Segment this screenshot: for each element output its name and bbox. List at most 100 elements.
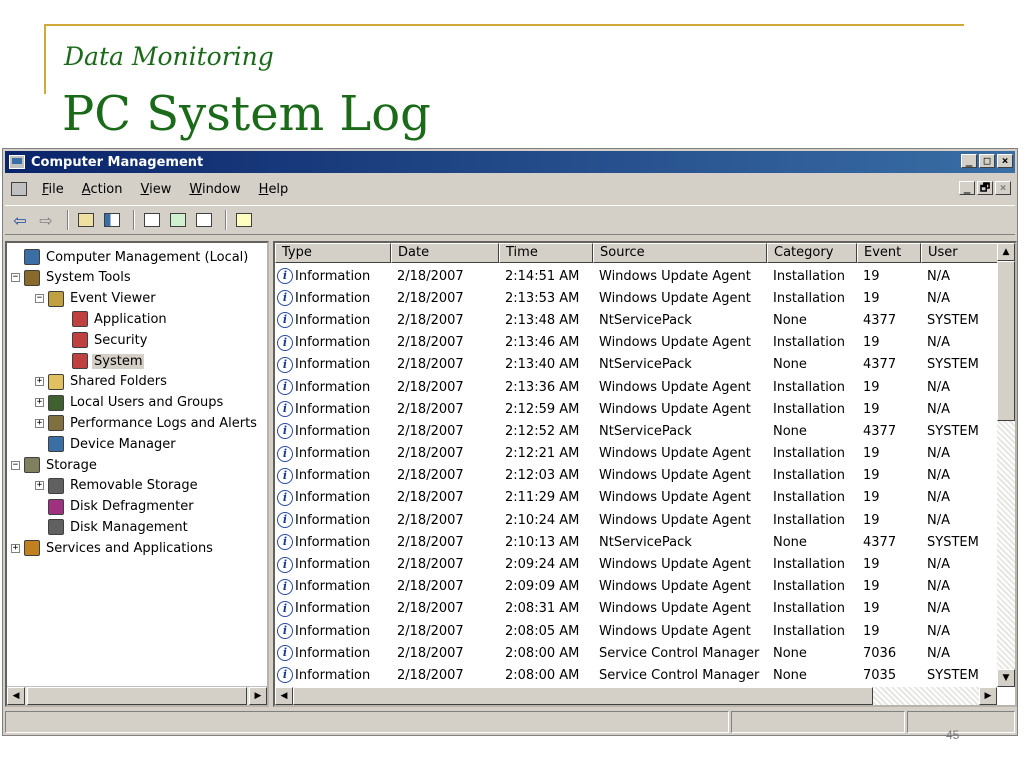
menu-file[interactable]: File [33,182,73,197]
export-list-button[interactable] [193,210,215,230]
cell-category: Installation [773,601,846,617]
table-row[interactable]: i Information 2/18/2007 2:12:03 AM Windows U… [275,465,999,487]
table-row[interactable]: i Information 2/18/2007 2:13:53 AM Windows U… [275,287,999,309]
column-header-type[interactable]: Type [275,243,391,263]
table-row[interactable]: i Information 2/18/2007 2:13:40 AM NtService… [275,354,999,376]
table-row[interactable]: i Information 2/18/2007 2:08:05 AM Windows U… [275,620,999,642]
window-titlebar[interactable]: Computer Management _ □ × [5,151,1015,173]
tree-item-system[interactable]: System [59,351,145,371]
list-horizontal-scrollbar[interactable]: ◀ ▶ [275,687,997,705]
cell-type-label: Information [295,645,371,661]
mdi-close-button[interactable]: × [995,181,1011,195]
column-header-user[interactable]: User [921,243,999,263]
table-row[interactable]: i Information 2/18/2007 2:10:13 AM NtService… [275,531,999,553]
tree-item-security[interactable]: Security [59,330,149,350]
back-button[interactable]: ⇦ [9,210,31,230]
table-row[interactable]: i Information 2/18/2007 2:09:24 AM Windows U… [275,553,999,575]
column-header-time[interactable]: Time [499,243,593,263]
cell-type: i Information [275,268,391,285]
event-viewer-icon [48,290,64,307]
menu-bar: File Action View Window Help _ 🗗 × [5,177,1015,201]
table-row[interactable]: i Information 2/18/2007 2:12:59 AM Windows U… [275,398,999,420]
cell-user: N/A [927,335,950,351]
cell-time: 2:08:05 AM [505,623,580,639]
maximize-button[interactable]: □ [979,154,995,168]
cell-time: 2:14:51 AM [505,268,580,284]
expand-icon[interactable]: + [11,543,20,553]
mdi-minimize-button[interactable]: _ [959,181,975,195]
help-button[interactable] [233,210,255,230]
scroll-thumb[interactable] [293,687,873,705]
scroll-left-button[interactable]: ◀ [275,687,293,705]
table-row[interactable]: i Information 2/18/2007 2:09:09 AM Windows U… [275,576,999,598]
cell-source: Service Control Manager [599,645,760,661]
tree-item-system-tools[interactable]: − System Tools [11,268,133,288]
tree-item-performance-logs-and-alerts[interactable]: + Performance Logs and Alerts [35,413,259,433]
cell-type-label: Information [295,490,371,506]
tree-horizontal-scrollbar[interactable]: ◀ ▶ [7,686,267,705]
menu-view[interactable]: View [132,182,181,197]
tree-item-disk-management[interactable]: Disk Management [35,517,190,537]
refresh-button[interactable] [167,210,189,230]
scroll-thumb[interactable] [27,687,247,705]
column-header-category[interactable]: Category [767,243,857,263]
tree-item-application[interactable]: Application [59,309,169,329]
tree-item-device-manager[interactable]: Device Manager [35,434,178,454]
menu-help[interactable]: Help [250,182,298,197]
show-hide-tree-button[interactable] [101,210,123,230]
column-header-event[interactable]: Event [857,243,921,263]
tree-item-disk-defragmenter[interactable]: Disk Defragmenter [35,497,196,517]
system-menu-icon[interactable] [11,182,27,196]
table-row[interactable]: i Information 2/18/2007 2:08:00 AM Service C… [275,642,999,664]
collapse-icon[interactable]: − [35,294,44,304]
table-row[interactable]: i Information 2/18/2007 2:12:52 AM NtService… [275,420,999,442]
cell-category: Installation [773,512,846,528]
device-manager-icon [48,436,64,453]
event-list[interactable]: Type Date Time Source Category Event User i Inf… [273,241,1017,707]
column-header-source[interactable]: Source [593,243,767,263]
forward-button[interactable]: ⇨ [35,210,57,230]
list-vertical-scrollbar[interactable]: ▲ ▼ [997,243,1015,687]
expand-icon[interactable]: + [35,481,44,491]
column-header-date[interactable]: Date [391,243,499,263]
cell-type: i Information [275,623,391,640]
tree-item-removable-storage[interactable]: + Removable Storage [35,476,200,496]
table-row[interactable]: i Information 2/18/2007 2:10:24 AM Windows U… [275,509,999,531]
scroll-right-button[interactable]: ▶ [979,687,997,705]
table-row[interactable]: i Information 2/18/2007 2:14:51 AM Windows U… [275,265,999,287]
tree-item-local-users-and-groups[interactable]: + Local Users and Groups [35,393,225,413]
expand-icon[interactable]: + [35,418,44,428]
scroll-down-button[interactable]: ▼ [997,669,1015,687]
properties-button[interactable] [141,210,163,230]
tree-item-services-and-applications[interactable]: + Services and Applications [11,538,215,558]
tree-item-event-viewer[interactable]: − Event Viewer [35,289,158,309]
cell-event: 19 [863,601,880,617]
scroll-right-button[interactable]: ▶ [249,687,267,705]
collapse-icon[interactable]: − [11,460,20,470]
expand-icon[interactable]: + [35,377,44,387]
expand-icon[interactable]: + [35,398,44,408]
tree-item-shared-folders[interactable]: + Shared Folders [35,372,169,392]
close-button[interactable]: × [997,154,1013,168]
minimize-button[interactable]: _ [961,154,977,168]
table-row[interactable]: i Information 2/18/2007 2:13:36 AM Windows U… [275,376,999,398]
table-row[interactable]: i Information 2/18/2007 2:13:46 AM Windows U… [275,332,999,354]
table-row[interactable]: i Information 2/18/2007 2:08:00 AM Service C… [275,664,999,686]
scroll-up-button[interactable]: ▲ [997,243,1015,261]
table-row[interactable]: i Information 2/18/2007 2:13:48 AM NtService… [275,309,999,331]
table-row[interactable]: i Information 2/18/2007 2:11:29 AM Windows U… [275,487,999,509]
mdi-restore-button[interactable]: 🗗 [977,181,993,195]
tree-item-computer-management-local[interactable]: Computer Management (Local) [11,247,250,267]
table-row[interactable]: i Information 2/18/2007 2:08:31 AM Windows U… [275,598,999,620]
collapse-icon[interactable]: − [11,273,20,283]
tree-item-storage[interactable]: − Storage [11,455,99,475]
up-folder-button[interactable] [75,210,97,230]
scroll-left-button[interactable]: ◀ [7,687,25,705]
table-row[interactable]: i Information 2/18/2007 2:12:21 AM Windows U… [275,443,999,465]
menu-action[interactable]: Action [73,182,132,197]
console-tree[interactable]: Computer Management (Local) − System Tools… [5,241,269,707]
scroll-thumb[interactable] [997,261,1015,421]
menu-window[interactable]: Window [180,182,249,197]
cell-time: 2:12:52 AM [505,423,580,439]
cell-date: 2/18/2007 [397,667,464,683]
